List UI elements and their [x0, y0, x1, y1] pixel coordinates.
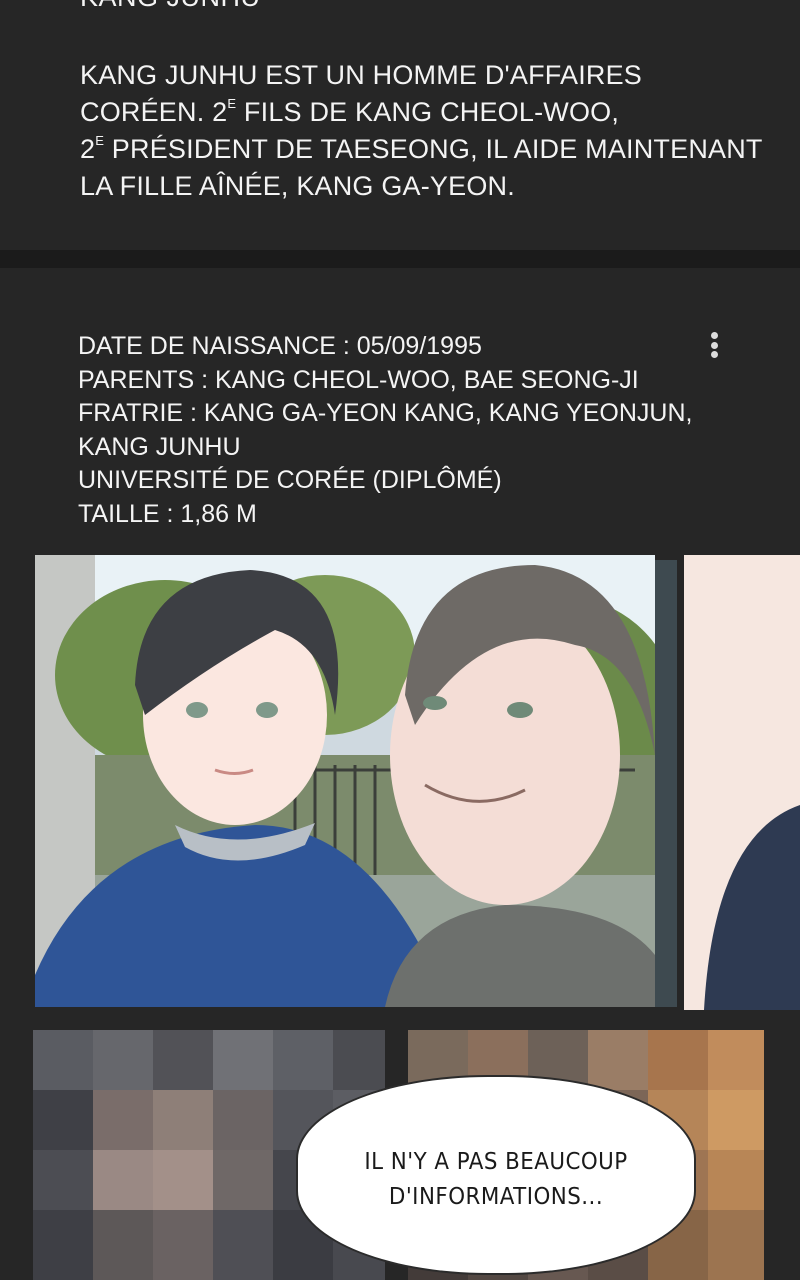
- education: UNIVERSITÉ DE CORÉE (DIPLÔMÉ): [78, 466, 502, 494]
- bio-text: KANG JUNHU EST UN HOMME D'AFFAIRES CORÉE…: [80, 57, 795, 205]
- bio-line: LA FILLE AÎNÉE, KANG GA-YEON.: [80, 171, 515, 201]
- image-thumbnail-partial[interactable]: [684, 555, 800, 1010]
- bio-line: 2E PRÉSIDENT DE TAESEONG, IL AIDE MAINTE…: [80, 133, 763, 164]
- section-divider: [0, 250, 800, 268]
- bio-line: CORÉEN. 2E FILS DE KANG CHEOL-WOO,: [80, 96, 620, 127]
- bio-line: KANG JUNHU EST UN HOMME D'AFFAIRES: [80, 60, 643, 90]
- speech-line: IL N'Y A PAS BEAUCOUP: [364, 1149, 628, 1175]
- image-thumbnail[interactable]: [35, 555, 655, 1007]
- siblings-continued: KANG JUNHU: [78, 432, 241, 461]
- siblings: FRATRIE : KANG GA-YEON KANG, KANG YEONJU…: [78, 399, 693, 427]
- character-facts: DATE DE NAISSANCE : 05/09/1995 PARENTS :…: [78, 330, 692, 531]
- illustration-image: [35, 555, 655, 1007]
- height: TAILLE : 1,86 M: [78, 499, 257, 528]
- speech-line: D'INFORMATIONS...: [388, 1184, 604, 1210]
- vertical-ellipsis-icon: [710, 332, 718, 339]
- image-edge-strip: [655, 560, 677, 1007]
- birth-date: DATE DE NAISSANCE : 05/09/1995: [78, 332, 482, 360]
- more-options-button[interactable]: [700, 328, 728, 362]
- card-title: KANG JUNHU: [80, 0, 261, 13]
- speech-bubble-text: IL N'Y A PAS BEAUCOUP D'INFORMATIONS...: [310, 1145, 682, 1215]
- parents: PARENTS : KANG CHEOL-WOO, BAE SEONG-JI: [78, 365, 639, 394]
